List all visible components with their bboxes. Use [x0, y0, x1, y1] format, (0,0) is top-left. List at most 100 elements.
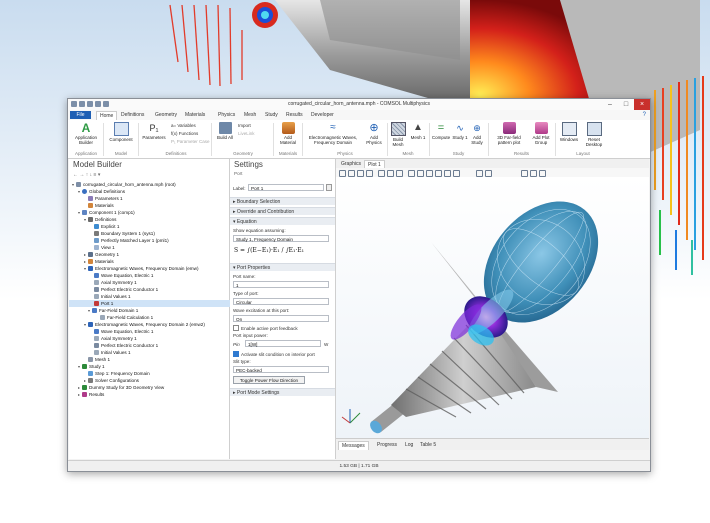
zoom-extents-icon[interactable] [366, 170, 373, 177]
tree-node-farfield-domain[interactable]: ▾ Far-Field Domain 1 [69, 307, 138, 314]
livelink-button[interactable]: LiveLink [238, 131, 255, 136]
windows-button[interactable]: Windows [558, 122, 580, 142]
port-name-field[interactable]: 1 [233, 281, 329, 288]
section-port-properties[interactable]: ▾ Port Properties [230, 263, 335, 271]
tree-node-initial-values[interactable]: Initial Values 1 [69, 293, 131, 300]
scene-light-icon[interactable] [476, 170, 483, 177]
tab-definitions[interactable]: Definitions [121, 111, 144, 120]
tab-geometry[interactable]: Geometry [155, 111, 177, 120]
reset-desktop-button[interactable]: Reset Desktop [581, 122, 607, 147]
add-physics-button[interactable]: ⊕ Add Physics [363, 122, 385, 145]
compute-button[interactable]: = Compute [431, 122, 451, 140]
minimize-button[interactable]: – [602, 99, 618, 110]
tab-materials[interactable]: Materials [185, 111, 205, 120]
add-plot-group-button[interactable]: Add Plot Group [529, 122, 553, 145]
model-builder-toolbar[interactable]: ← → ↑ ↓ ≡ ▾ [69, 172, 229, 180]
tab-graphics[interactable]: Graphics [338, 160, 364, 168]
tree-node-view[interactable]: View 1 [69, 244, 115, 251]
export-image-icon[interactable] [539, 170, 546, 177]
type-of-port-select[interactable]: Circular [233, 298, 329, 305]
tree-node-parameters[interactable]: Parameters 1 [69, 195, 123, 202]
tree-node-results[interactable]: ▸ Results [69, 391, 104, 398]
label-options-icon[interactable] [326, 184, 332, 191]
wave-excitation-select[interactable]: On [233, 315, 329, 322]
active-port-feedback-checkbox[interactable]: Enable active port feedback [233, 325, 298, 331]
grid-icon[interactable] [444, 170, 451, 177]
tree-node-global-definitions[interactable]: ▾ Global Definitions [69, 188, 125, 195]
tree-node-definitions[interactable]: ▾ Definitions [69, 216, 116, 223]
close-button[interactable]: × [634, 99, 650, 110]
section-override[interactable]: ▸ Override and Contribution [230, 207, 335, 215]
view-zx-icon[interactable] [396, 170, 403, 177]
tree-node-axial-symmetry-2[interactable]: Axial Symmetry 1 [69, 335, 137, 342]
build-mesh-button[interactable]: Build Mesh [389, 122, 407, 147]
view-yz-icon[interactable] [387, 170, 394, 177]
tree-node-geometry[interactable]: ▸ Geometry 1 [69, 251, 119, 258]
tree-node-solver-configs[interactable]: ▸ Solver Configurations [69, 377, 139, 384]
tree-node-boundary-system[interactable]: Boundary System 1 (sys1) [69, 230, 155, 237]
parameters-button[interactable]: P₁ Parameters [141, 122, 167, 140]
print-icon[interactable] [530, 170, 537, 177]
zoom-in-icon[interactable] [339, 170, 346, 177]
tab-results[interactable]: Results [286, 111, 303, 120]
tab-study[interactable]: Study [265, 111, 278, 120]
build-all-button[interactable]: Build All [214, 122, 236, 140]
axes-icon[interactable] [453, 170, 460, 177]
section-port-mode-settings[interactable]: ▸ Port Mode Settings [230, 388, 335, 396]
toggle-power-flow-button[interactable]: Toggle Power Flow Direction [233, 376, 305, 384]
zoom-box-icon[interactable] [357, 170, 364, 177]
tree-node-pec-2[interactable]: Perfect Electric Conductor 1 [69, 342, 158, 349]
zoom-out-icon[interactable] [348, 170, 355, 177]
farfield-plot-button[interactable]: 3D Far-field pattern plot [490, 122, 528, 145]
tree-node-farfield-calc[interactable]: Far-Field Calculation 1 [69, 314, 153, 321]
tab-mesh[interactable]: Mesh [244, 111, 256, 120]
tree-node-mesh[interactable]: Mesh 1 [69, 356, 110, 363]
variables-menu[interactable]: a= Variables [171, 123, 196, 128]
equation-study-select[interactable]: Study 1, Frequency Domain [233, 235, 329, 242]
section-boundary-selection[interactable]: ▸ Boundary Selection [230, 197, 335, 205]
import-button[interactable]: Import [238, 123, 251, 128]
port-input-power-field[interactable]: 1[W] [245, 340, 321, 347]
transparency-icon[interactable] [426, 170, 433, 177]
tree-node-wave-equation[interactable]: Wave Equation, Electric 1 [69, 272, 153, 279]
label-field[interactable]: Port 1 [248, 184, 324, 191]
tree-node-initial-values-2[interactable]: Initial Values 1 [69, 349, 131, 356]
tree-node-dummy-study[interactable]: ▸ Dummy Study for 3D Geometry View [69, 384, 164, 391]
tab-progress[interactable]: Progress [374, 441, 400, 449]
mesh1-button[interactable]: ▲ Mesh 1 [409, 122, 427, 140]
tab-table5[interactable]: Table 5 [417, 441, 439, 449]
tree-node-emw[interactable]: ▾ Electromagnetic Waves, Frequency Domain… [69, 265, 198, 272]
reset-view-icon[interactable] [485, 170, 492, 177]
help-icon[interactable]: ? [643, 112, 646, 118]
tree-node-study-step[interactable]: Step 1: Frequency Domain [69, 370, 150, 377]
wireframe-icon[interactable] [417, 170, 424, 177]
tree-node-root[interactable]: ▾ corrugated_circular_horn_antenna.mph (r… [69, 181, 176, 188]
select-icon[interactable] [408, 170, 415, 177]
tab-developer[interactable]: Developer [311, 111, 334, 120]
lighting-icon[interactable] [435, 170, 442, 177]
tree-node-materials[interactable]: ▸ Materials [69, 258, 114, 265]
tab-physics[interactable]: Physics [218, 111, 235, 120]
add-study-button[interactable]: ⊕ Add Study [469, 122, 485, 145]
study1-button[interactable]: ∿ Study 1 [452, 122, 468, 140]
view-xy-icon[interactable] [378, 170, 385, 177]
app-builder-button[interactable]: A Application Builder [71, 122, 101, 145]
slit-type-select[interactable]: PEC-backed [233, 366, 329, 373]
functions-menu[interactable]: f(x) Functions [171, 131, 198, 136]
add-material-button[interactable]: Add Material [276, 122, 300, 145]
tree-node-port[interactable]: Port 1 [69, 300, 252, 307]
graphics-canvas[interactable] [336, 177, 649, 439]
tree-node-explicit[interactable]: Explicit 1 [69, 223, 119, 230]
slit-condition-checkbox[interactable]: Activate slit condition on interior port [233, 351, 315, 357]
tree-node-pml[interactable]: Perfectly Matched Layer 1 (pml1) [69, 237, 169, 244]
tab-messages[interactable]: Messages [338, 441, 369, 450]
tree-node-emw2[interactable]: ▾ Electromagnetic Waves, Frequency Domain… [69, 321, 205, 328]
tree-node-study[interactable]: ▾ Study 1 [69, 363, 105, 370]
tab-file[interactable]: File [70, 111, 91, 119]
section-equation[interactable]: ▾ Equation [230, 217, 335, 225]
tab-log[interactable]: Log [402, 441, 416, 449]
tree-node-pec[interactable]: Perfect Electric Conductor 1 [69, 286, 158, 293]
tree-node-wave-equation-2[interactable]: Wave Equation, Electric 1 [69, 328, 153, 335]
maximize-button[interactable]: □ [618, 99, 634, 110]
tree-node-global-materials[interactable]: Materials [69, 202, 114, 209]
